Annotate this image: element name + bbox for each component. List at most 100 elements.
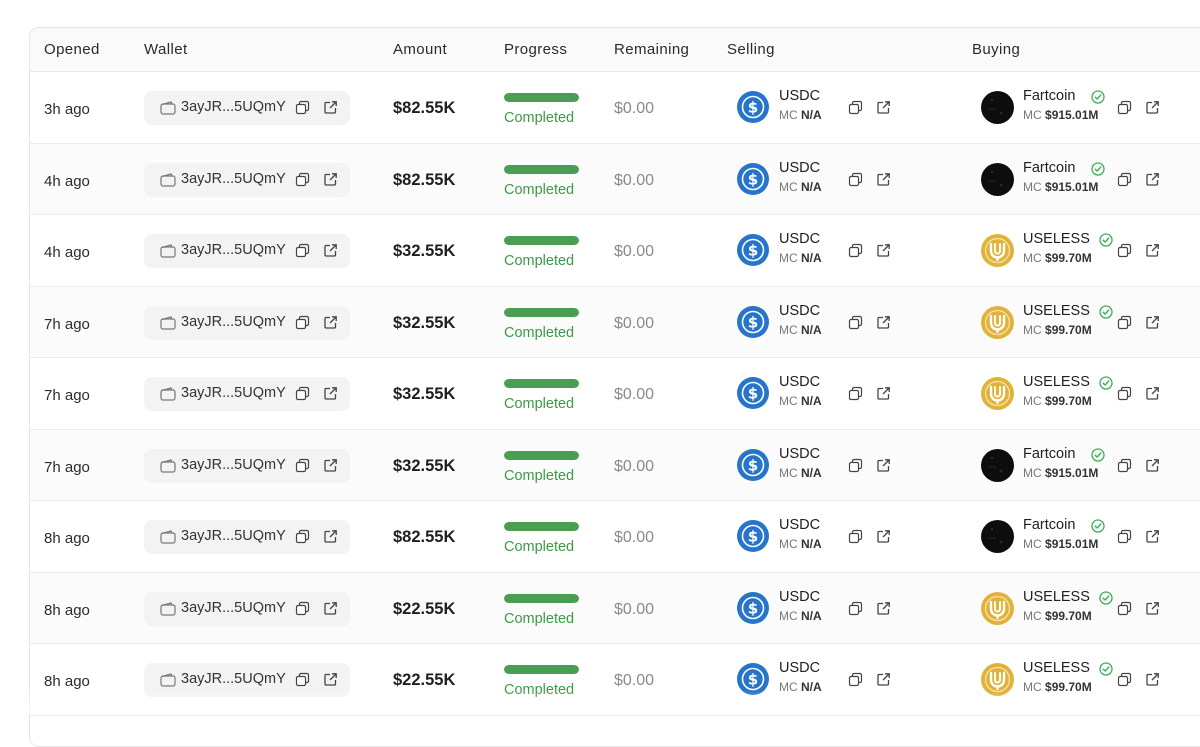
wallet-address[interactable]: 3ayJR...5UQmY xyxy=(181,457,286,473)
copy-icon[interactable] xyxy=(848,100,863,115)
copy-icon[interactable] xyxy=(295,172,310,187)
wallet-address-pill[interactable]: 3ayJR...5UQmY xyxy=(144,448,350,483)
table-row[interactable]: 3h ago 3ayJR...5UQmY $82.55K Completed $0.00… xyxy=(30,72,1200,144)
wallet-address-pill[interactable]: 3ayJR...5UQmY xyxy=(144,377,350,411)
copy-icon[interactable] xyxy=(848,172,863,187)
copy-icon[interactable] xyxy=(295,386,310,401)
external-link-icon[interactable] xyxy=(876,672,891,687)
buying-token-symbol[interactable]: Fartcoin xyxy=(1023,517,1075,533)
copy-icon[interactable] xyxy=(1117,243,1132,258)
external-link-icon[interactable] xyxy=(1145,243,1160,258)
copy-icon[interactable] xyxy=(1117,458,1132,473)
copy-icon[interactable] xyxy=(1117,172,1132,187)
external-link-icon[interactable] xyxy=(1145,172,1160,187)
copy-icon[interactable] xyxy=(1117,672,1132,687)
external-link-icon[interactable] xyxy=(1145,315,1160,330)
buying-token-symbol[interactable]: USELESS xyxy=(1023,374,1090,390)
external-link-icon[interactable] xyxy=(323,243,338,258)
selling-token-symbol[interactable]: USDC xyxy=(779,517,820,533)
external-link-icon[interactable] xyxy=(1145,601,1160,616)
external-link-icon[interactable] xyxy=(1145,458,1160,473)
external-link-icon[interactable] xyxy=(876,315,891,330)
copy-icon[interactable] xyxy=(848,672,863,687)
copy-icon[interactable] xyxy=(848,386,863,401)
external-link-icon[interactable] xyxy=(876,458,891,473)
copy-icon[interactable] xyxy=(1117,100,1132,115)
external-link-icon[interactable] xyxy=(323,386,338,401)
selling-token-symbol[interactable]: USDC xyxy=(779,303,820,319)
wallet-address[interactable]: 3ayJR...5UQmY xyxy=(181,671,286,687)
selling-token-symbol[interactable]: USDC xyxy=(779,660,820,676)
table-row[interactable]: 4h ago 3ayJR...5UQmY $32.55K Completed $0.00… xyxy=(30,215,1200,287)
table-row[interactable]: 7h ago 3ayJR...5UQmY $32.55K Completed $0.00… xyxy=(30,429,1200,501)
table-row[interactable]: 8h ago 3ayJR...5UQmY $82.55K Completed $0.00… xyxy=(30,501,1200,573)
copy-icon[interactable] xyxy=(295,529,310,544)
buying-token-symbol[interactable]: Fartcoin xyxy=(1023,160,1075,176)
table-row[interactable]: 8h ago 3ayJR...5UQmY $22.55K Completed $0.00… xyxy=(30,644,1200,716)
external-link-icon[interactable] xyxy=(323,672,338,687)
external-link-icon[interactable] xyxy=(323,100,338,115)
copy-icon[interactable] xyxy=(295,458,310,473)
wallet-address[interactable]: 3ayJR...5UQmY xyxy=(181,385,286,401)
external-link-icon[interactable] xyxy=(876,529,891,544)
copy-icon[interactable] xyxy=(295,315,310,330)
external-link-icon[interactable] xyxy=(1145,100,1160,115)
external-link-icon[interactable] xyxy=(323,172,338,187)
wallet-address[interactable]: 3ayJR...5UQmY xyxy=(181,528,286,544)
copy-icon[interactable] xyxy=(848,315,863,330)
wallet-address-pill[interactable]: 3ayJR...5UQmY xyxy=(144,91,350,125)
header-buying[interactable]: Buying xyxy=(972,41,1020,58)
table-row[interactable]: 8h ago 3ayJR...5UQmY $22.55K Completed $0.00… xyxy=(30,572,1200,644)
selling-token-symbol[interactable]: USDC xyxy=(779,88,820,104)
external-link-icon[interactable] xyxy=(323,458,338,473)
buying-token-symbol[interactable]: USELESS xyxy=(1023,303,1090,319)
buying-token-symbol[interactable]: Fartcoin xyxy=(1023,88,1075,104)
selling-token-symbol[interactable]: USDC xyxy=(779,160,820,176)
wallet-address-pill[interactable]: 3ayJR...5UQmY xyxy=(144,591,350,626)
header-selling[interactable]: Selling xyxy=(727,41,775,58)
external-link-icon[interactable] xyxy=(876,172,891,187)
header-remaining[interactable]: Remaining xyxy=(614,41,689,58)
table-row[interactable]: 7h ago 3ayJR...5UQmY $32.55K Completed $0.00… xyxy=(30,358,1200,430)
external-link-icon[interactable] xyxy=(876,243,891,258)
external-link-icon[interactable] xyxy=(876,601,891,616)
wallet-address[interactable]: 3ayJR...5UQmY xyxy=(181,314,286,330)
copy-icon[interactable] xyxy=(295,100,310,115)
external-link-icon[interactable] xyxy=(1145,386,1160,401)
copy-icon[interactable] xyxy=(848,529,863,544)
wallet-address-pill[interactable]: 3ayJR...5UQmY xyxy=(144,162,350,197)
table-row[interactable]: 4h ago 3ayJR...5UQmY $82.55K Completed $0.00… xyxy=(30,143,1200,215)
wallet-address-pill[interactable]: 3ayJR...5UQmY xyxy=(144,305,350,340)
wallet-address[interactable]: 3ayJR...5UQmY xyxy=(181,99,286,115)
wallet-address-pill[interactable]: 3ayJR...5UQmY xyxy=(144,520,350,554)
buying-token-symbol[interactable]: USELESS xyxy=(1023,589,1090,605)
external-link-icon[interactable] xyxy=(1145,672,1160,687)
header-amount[interactable]: Amount xyxy=(393,41,447,58)
copy-icon[interactable] xyxy=(1117,601,1132,616)
copy-icon[interactable] xyxy=(295,672,310,687)
copy-icon[interactable] xyxy=(295,243,310,258)
wallet-address-pill[interactable]: 3ayJR...5UQmY xyxy=(144,663,350,697)
external-link-icon[interactable] xyxy=(323,315,338,330)
selling-token-symbol[interactable]: USDC xyxy=(779,231,820,247)
copy-icon[interactable] xyxy=(1117,529,1132,544)
buying-token-symbol[interactable]: USELESS xyxy=(1023,660,1090,676)
external-link-icon[interactable] xyxy=(323,601,338,616)
wallet-address[interactable]: 3ayJR...5UQmY xyxy=(181,242,286,258)
external-link-icon[interactable] xyxy=(323,529,338,544)
wallet-address[interactable]: 3ayJR...5UQmY xyxy=(181,600,286,616)
buying-token-symbol[interactable]: Fartcoin xyxy=(1023,446,1075,462)
copy-icon[interactable] xyxy=(848,243,863,258)
copy-icon[interactable] xyxy=(1117,315,1132,330)
copy-icon[interactable] xyxy=(848,458,863,473)
external-link-icon[interactable] xyxy=(876,386,891,401)
header-progress[interactable]: Progress xyxy=(504,41,567,58)
selling-token-symbol[interactable]: USDC xyxy=(779,446,820,462)
wallet-address[interactable]: 3ayJR...5UQmY xyxy=(181,171,286,187)
header-wallet[interactable]: Wallet xyxy=(144,41,188,58)
copy-icon[interactable] xyxy=(848,601,863,616)
header-opened[interactable]: Opened xyxy=(44,41,100,58)
external-link-icon[interactable] xyxy=(1145,529,1160,544)
copy-icon[interactable] xyxy=(1117,386,1132,401)
external-link-icon[interactable] xyxy=(876,100,891,115)
